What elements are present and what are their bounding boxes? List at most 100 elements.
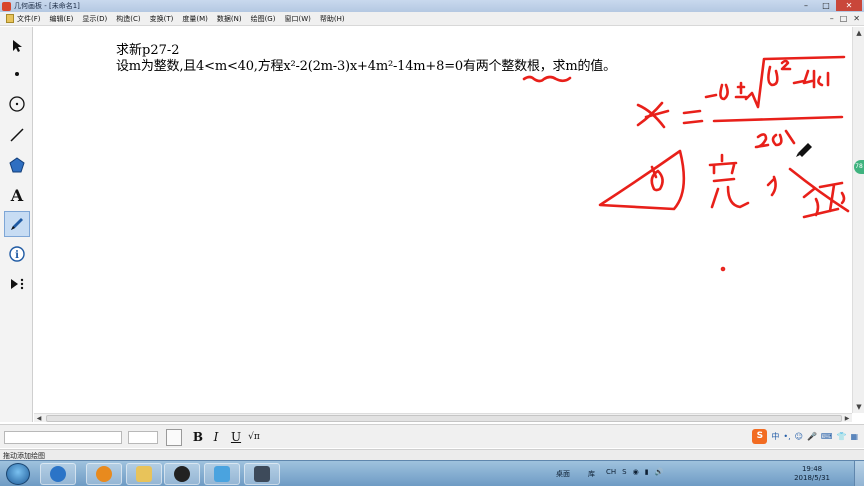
window-controls: – □ ✕: [796, 0, 862, 12]
bold-button[interactable]: B: [190, 430, 206, 445]
menu-window[interactable]: 窗口(W): [284, 14, 310, 24]
underline-button[interactable]: U: [228, 430, 244, 445]
menu-construct[interactable]: 构造(C): [116, 14, 140, 24]
problem-text-block[interactable]: 求新p27-2 设m为整数,且4<m<40,方程x²-2(2m-3)x+4m²-…: [116, 43, 616, 75]
doc-minimize-button[interactable]: –: [830, 14, 834, 23]
doc-close-button[interactable]: ✕: [853, 14, 860, 23]
ime-emoji-icon[interactable]: ☺: [795, 432, 803, 441]
scroll-up-icon[interactable]: ▲: [853, 27, 864, 39]
network-tray-icon[interactable]: ▮: [645, 468, 649, 476]
ink-x-letter-b: [636, 101, 664, 127]
security-tray-icon[interactable]: ◉: [633, 468, 639, 476]
ink-triangle: [598, 149, 686, 211]
svg-text:i: i: [15, 250, 19, 261]
window-title: 几何画板 - [未命名1]: [14, 2, 80, 10]
app-icon: [2, 1, 11, 11]
menu-help[interactable]: 帮助(H): [320, 14, 345, 24]
ink-plus-minus: [734, 81, 748, 99]
maximize-button[interactable]: □: [816, 0, 836, 11]
ink-char-wan: [708, 153, 750, 209]
information-tool[interactable]: i: [4, 241, 30, 267]
document-window-controls: – □ ✕: [830, 14, 860, 23]
minimize-button[interactable]: –: [796, 0, 816, 11]
show-desktop-button[interactable]: [854, 461, 864, 486]
text-a-icon: A: [10, 186, 24, 204]
handwriting-layer: [522, 55, 850, 272]
text-format-bar: B I U √π S 中 •, ☺ 🎤 ⌨ 👕 ▦: [0, 424, 864, 448]
sogou-ime-icon[interactable]: S: [752, 429, 768, 444]
vertical-scrollbar[interactable]: ▲ ▼: [852, 27, 864, 413]
horizontal-scroll-thumb[interactable]: [46, 415, 842, 422]
circle-icon: [9, 96, 25, 112]
ime-punct-icon[interactable]: •,: [783, 432, 790, 441]
media-player-icon: [96, 466, 112, 482]
ink-char-ping: [802, 181, 846, 219]
text-color-swatch[interactable]: [166, 429, 182, 446]
ime-language[interactable]: 中: [771, 431, 779, 442]
straightedge-tool[interactable]: [4, 122, 30, 148]
ink-minus-b: [704, 83, 729, 101]
point-tool[interactable]: [4, 61, 30, 87]
menu-measure[interactable]: 度量(M): [182, 14, 208, 24]
math-format-button[interactable]: √π: [246, 430, 262, 445]
polygon-tool[interactable]: [4, 152, 30, 178]
sogou-tray-icon[interactable]: S: [622, 468, 626, 476]
menu-number[interactable]: 数据(N): [217, 14, 242, 24]
language-indicator[interactable]: CH: [606, 468, 616, 476]
doc-restore-button[interactable]: □: [840, 14, 848, 23]
ime-keyboard-icon[interactable]: ⌨: [821, 432, 833, 441]
ime-tools-icon[interactable]: ▦: [850, 432, 858, 441]
ime-skin-icon[interactable]: 👕: [836, 432, 846, 441]
menu-graph[interactable]: 绘图(G): [251, 14, 276, 24]
scroll-left-icon[interactable]: ◀: [34, 414, 44, 423]
font-select[interactable]: [4, 431, 122, 444]
text-tool[interactable]: A: [4, 182, 30, 208]
pen-cursor-icon: [796, 143, 812, 157]
italic-button[interactable]: I: [208, 430, 224, 445]
menu-edit[interactable]: 编辑(E): [50, 14, 74, 24]
ink-dot: [720, 266, 726, 272]
folder-icon: [136, 466, 152, 482]
document-icon: [6, 14, 14, 23]
menu-transform[interactable]: 变换(T): [150, 14, 174, 24]
taskbar-app-sketchpad[interactable]: [244, 463, 280, 485]
taskbar-app-paint[interactable]: [204, 463, 240, 485]
menu-display[interactable]: 显示(D): [82, 14, 107, 24]
close-button[interactable]: ✕: [836, 0, 862, 11]
start-button[interactable]: [6, 463, 30, 485]
ink-4ac: [792, 69, 830, 89]
taskbar-app-ie[interactable]: [40, 463, 76, 485]
library-toolbar-label[interactable]: 库: [588, 469, 595, 479]
clock[interactable]: 19:48 2018/5/31: [794, 465, 830, 483]
custom-tool[interactable]: [4, 271, 30, 297]
marker-tool[interactable]: [4, 211, 30, 237]
sketchpad-icon: [254, 466, 270, 482]
arrow-select-tool[interactable]: [4, 33, 30, 59]
scroll-right-icon[interactable]: ▶: [842, 414, 852, 423]
sketch-canvas[interactable]: 求新p27-2 设m为整数,且4<m<40,方程x²-2(2m-3)x+4m²-…: [34, 27, 852, 413]
horizontal-scrollbar[interactable]: ◀ ▶: [34, 413, 852, 422]
ink-equals-top: [682, 109, 702, 115]
ink-char-fragment: [766, 175, 777, 197]
volume-tray-icon[interactable]: 🔊: [655, 468, 664, 476]
side-badge[interactable]: 78: [854, 160, 864, 174]
menu-bar: 文件(F) 编辑(E) 显示(D) 构造(C) 变换(T) 度量(M) 数据(N…: [0, 12, 864, 26]
font-size-select[interactable]: [128, 431, 158, 444]
ime-voice-icon[interactable]: 🎤: [807, 432, 817, 441]
compass-tool[interactable]: [4, 91, 30, 117]
scroll-down-icon[interactable]: ▼: [853, 401, 864, 413]
desktop-toolbar-label[interactable]: 桌面: [556, 469, 570, 479]
ink-2a: [754, 129, 796, 149]
taskbar-app-media[interactable]: [86, 463, 122, 485]
ink-slash-stroke: [788, 167, 850, 213]
menu-file[interactable]: 文件(F): [17, 14, 41, 24]
status-bar: 拖动添加绘图: [0, 449, 864, 460]
taskbar-app-explorer[interactable]: [126, 463, 162, 485]
ink-delta-symbol: [650, 165, 664, 192]
taskbar-app-qq[interactable]: [164, 463, 200, 485]
ink-b-squared: [767, 59, 792, 87]
ime-toolbar: S 中 •, ☺ 🎤 ⌨ 👕 ▦: [752, 429, 858, 444]
paint-icon: [214, 466, 230, 482]
ink-underline-squiggle: [522, 75, 572, 83]
windows-taskbar: 桌面 库 CH S ◉ ▮ 🔊 19:48 2018/5/31: [0, 460, 864, 486]
